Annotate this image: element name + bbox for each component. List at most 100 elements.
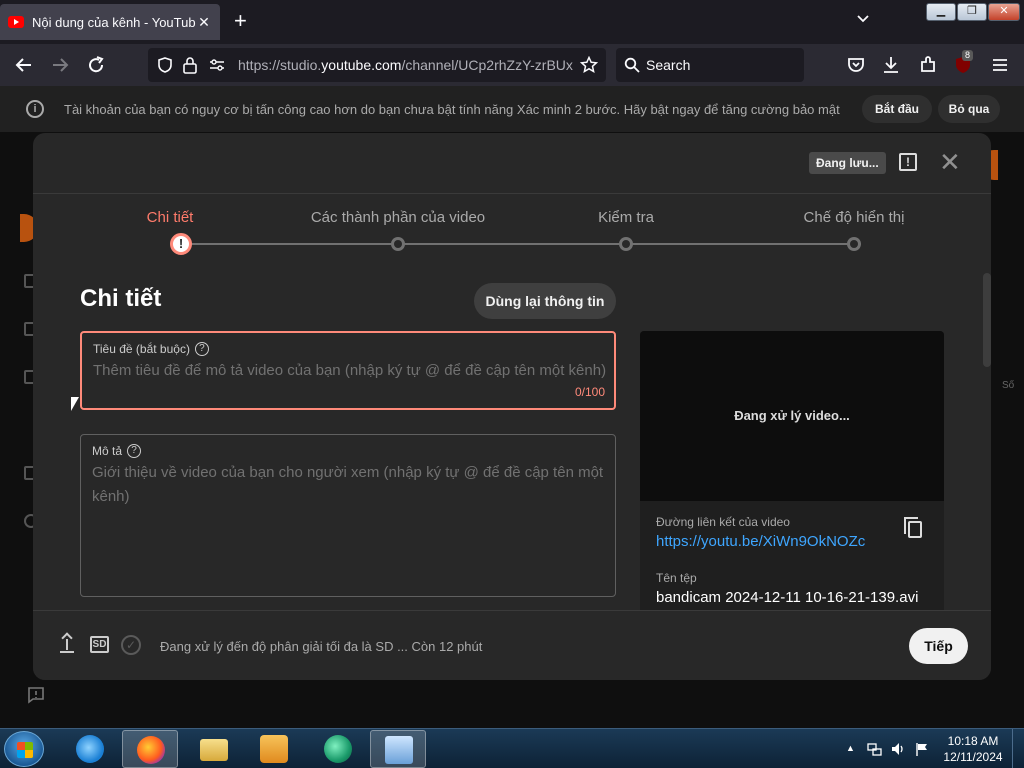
background-text: Số [1002,380,1015,391]
security-banner: i Tài khoản của bạn có nguy cơ bị tấn cô… [0,86,1024,132]
mouse-cursor-icon [71,397,79,411]
media-player-icon [260,735,288,763]
step-checks-label[interactable]: Kiểm tra [598,209,654,226]
taskbar-firefox[interactable] [122,730,178,768]
banner-skip-button[interactable]: Bỏ qua [938,95,1000,123]
window-close-button[interactable]: ✕ [988,3,1020,21]
clock-time[interactable]: 10:18 AM [943,734,1003,748]
step-visibility-label[interactable]: Chế độ hiển thị [804,209,905,226]
description-label-text: Mô tả [92,444,123,458]
forward-arrow-icon[interactable] [49,54,71,76]
reuse-details-button[interactable]: Dùng lại thông tin [474,283,616,319]
title-placeholder: Thêm tiêu đề để mô tả video của bạn (nhậ… [93,362,607,379]
title-label-text: Tiêu đề (bắt buộc) [93,342,190,356]
url-path: /channel/UCp2rhZzY-zrBUx [401,57,573,73]
extensions-puzzle-icon[interactable] [917,54,939,76]
feedback-icon[interactable]: ! [899,153,917,171]
browser-tab[interactable]: Nội dung của kênh - YouTube Studio ✕ [0,4,220,40]
tab-list-chevron-icon[interactable] [856,12,870,26]
shield-icon[interactable] [156,56,174,74]
taskbar-control-panel[interactable] [370,730,426,768]
page-scrollbar[interactable] [983,273,991,367]
file-name: bandicam 2024-12-11 10-16-21-139.avi [656,589,919,606]
sd-quality-icon[interactable]: SD [90,636,109,653]
saving-status-badge: Đang lưu... [809,152,886,174]
url-prefix: https://studio. [238,57,322,73]
dialog-footer: SD ✓ Đang xử lý đến độ phân giải tối đa … [33,610,991,680]
page-permissions-icon[interactable] [208,57,226,73]
step-video-elements-label[interactable]: Các thành phần của video [311,209,485,226]
new-tab-button[interactable]: + [234,10,247,32]
search-icon [624,57,640,73]
taskbar-internet-explorer[interactable] [62,730,118,768]
help-icon[interactable]: ? [194,342,209,356]
description-field[interactable]: Mô tả ? Giới thiệu về video của bạn cho … [80,434,616,597]
taskbar-file-explorer[interactable] [186,730,242,768]
section-title: Chi tiết [80,285,162,312]
back-arrow-icon[interactable] [13,54,35,76]
app-icon [324,735,352,763]
internet-explorer-icon [76,735,104,763]
network-icon[interactable] [866,741,882,757]
clock-date[interactable]: 12/11/2024 [943,750,1003,764]
url-text: https://studio.youtube.com/channel/UCp2r… [238,57,574,73]
help-icon[interactable]: ? [127,444,142,458]
sidebar-feedback-icon[interactable] [27,686,45,704]
system-tray: ▲ 10:18 AM 12/11/2024 [842,729,1024,768]
menu-hamburger-icon[interactable] [989,54,1011,76]
banner-text: Tài khoản của bạn có nguy cơ bị tấn công… [64,102,840,117]
bookmark-star-icon[interactable] [580,56,598,74]
show-desktop-button[interactable] [1012,729,1024,768]
search-box[interactable]: Search [616,48,804,82]
copy-icon[interactable] [904,517,922,538]
stepper-line [181,243,861,245]
tab-title: Nội dung của kênh - YouTube Studio [32,14,196,30]
search-placeholder: Search [646,57,691,73]
control-panel-icon [385,736,413,764]
reload-icon[interactable] [85,54,107,76]
processing-text: Đang xử lý video... [734,408,850,423]
upload-stepper: Chi tiết Các thành phần của video Kiểm t… [33,193,991,263]
banner-start-button[interactable]: Bắt đầu [862,95,932,123]
next-button[interactable]: Tiếp [909,628,968,664]
folder-icon [200,739,228,761]
action-center-flag-icon[interactable] [914,741,930,757]
pocket-icon[interactable] [845,54,867,76]
upload-details-dialog: Đang lưu... ! ✕ Chi tiết Các thành phần … [33,133,991,680]
window-minimize-button[interactable]: ▁ [926,3,956,21]
start-button[interactable] [4,731,44,767]
tab-close-icon[interactable]: ✕ [196,14,212,31]
description-field-label: Mô tả ? [92,444,142,458]
downloads-icon[interactable] [880,54,902,76]
youtube-favicon-icon [8,16,24,28]
checks-status-icon[interactable]: ✓ [121,635,141,655]
video-link[interactable]: https://youtu.be/XiWn9OkNOZc [656,533,865,550]
close-dialog-icon[interactable]: ✕ [939,149,961,175]
taskbar-app[interactable] [310,730,366,768]
window-restore-button[interactable]: ❐ [957,3,987,21]
address-bar[interactable]: https://studio.youtube.com/channel/UCp2r… [148,48,606,82]
description-placeholder: Giới thiệu về video của bạn cho người xe… [92,464,604,505]
windows-taskbar: ▲ 10:18 AM 12/11/2024 [0,728,1024,768]
browser-nav-bar: https://studio.youtube.com/channel/UCp2r… [0,44,1024,86]
step-checks-dot[interactable] [619,237,633,251]
info-icon: i [26,100,44,118]
video-preview[interactable]: Đang xử lý video... [640,331,944,501]
video-link-label: Đường liên kết của video [656,515,790,529]
extension-badge: 8 [962,50,974,61]
title-field[interactable]: Tiêu đề (bắt buộc) ? Thêm tiêu đề để mô … [80,331,616,410]
browser-tab-bar: Nội dung của kênh - YouTube Studio ✕ + ▁… [0,0,1024,44]
tray-expand-arrow-icon[interactable]: ▲ [846,743,855,753]
windows-logo-icon [17,742,33,758]
step-details-label[interactable]: Chi tiết [147,209,194,226]
step-visibility-dot[interactable] [847,237,861,251]
volume-icon[interactable] [890,741,906,757]
lock-icon[interactable] [182,56,198,74]
url-host: youtube.com [321,57,402,73]
taskbar-media-player[interactable] [246,730,302,768]
file-name-label: Tên tệp [656,571,697,585]
step-video-elements-dot[interactable] [391,237,405,251]
processing-status-text: Đang xử lý đến độ phân giải tối đa là SD… [160,639,483,654]
step-details-error-icon[interactable]: ! [170,233,192,255]
title-field-label: Tiêu đề (bắt buộc) ? [93,342,209,356]
